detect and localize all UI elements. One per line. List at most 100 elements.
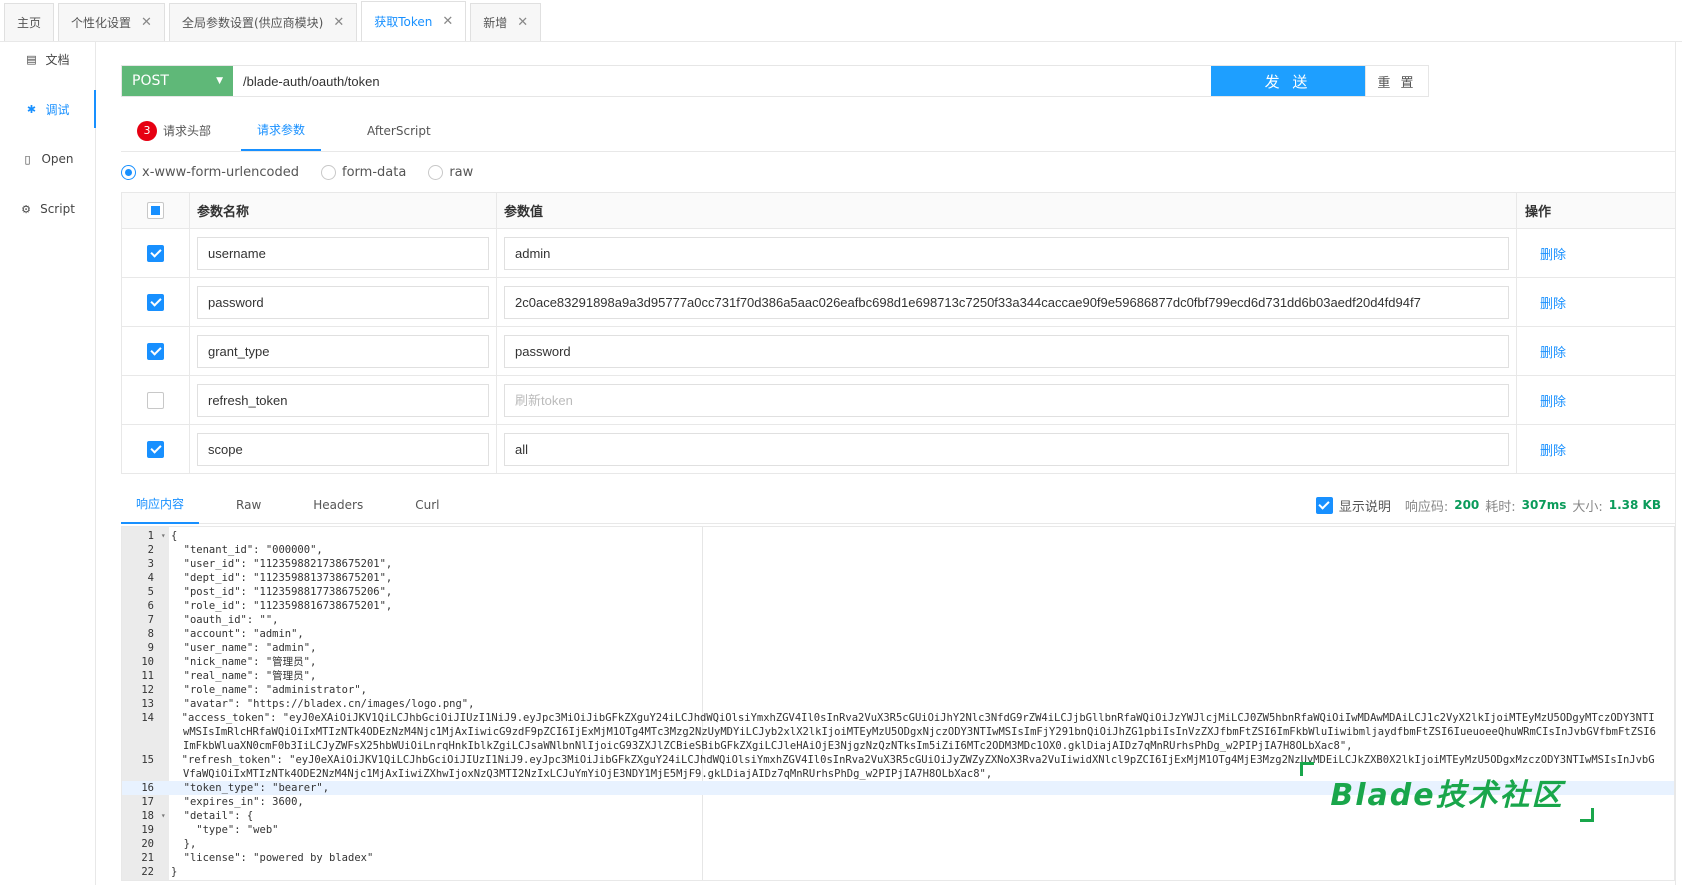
param-value-input[interactable] <box>504 236 1509 270</box>
code-line: 1 ▾{ <box>122 529 1674 543</box>
tab-response-content[interactable]: 响应内容 <box>121 486 200 524</box>
line-number: 19 <box>141 824 154 836</box>
param-row: 删除 <box>122 327 1675 376</box>
line-number: 2 <box>147 544 154 556</box>
debug-icon: ✱ <box>26 102 37 116</box>
send-button[interactable]: 发 送 <box>1211 66 1365 96</box>
code-text: "user_id": "1123598821738675201", <box>171 558 393 570</box>
code-line: 13 "avatar": "https://bladex.cn/images/l… <box>122 697 1674 711</box>
sidebar-item-0[interactable]: ▤ 文档 <box>0 34 95 84</box>
fold-arrow-icon[interactable]: ▾ <box>156 809 169 823</box>
tab-afterscript-label: AfterScript <box>367 123 431 138</box>
code-line: 11 "real_name": "管理员", <box>122 669 1674 683</box>
right-divider <box>1675 42 1676 885</box>
code-line: 2 "tenant_id": "000000", <box>122 543 1674 557</box>
tab-response-raw[interactable]: Raw <box>221 486 276 524</box>
sidebar-item-label: 调试 <box>45 102 70 117</box>
delete-param-link[interactable]: 删除 <box>1540 342 1566 361</box>
tab-request-headers[interactable]: 3 请求头部 <box>121 110 227 151</box>
radio-urlencoded-dot[interactable] <box>121 164 136 180</box>
line-number: 3 <box>147 558 154 570</box>
request-tabs: 3 请求头部 请求参数 AfterScript <box>121 110 1675 152</box>
delete-param-link[interactable]: 删除 <box>1540 244 1566 263</box>
sidebar-item-3[interactable]: ⚙ Script <box>0 184 95 234</box>
param-value-input[interactable] <box>504 334 1509 368</box>
radio-raw-dot[interactable] <box>428 164 444 180</box>
code-text: "detail": { <box>171 810 254 822</box>
tab-4[interactable]: 新增 ✕ <box>470 3 542 41</box>
method-select[interactable]: POST ▼ <box>122 66 233 96</box>
param-checkbox[interactable] <box>147 244 164 262</box>
tab-3[interactable]: 获取Token ✕ <box>361 1 467 41</box>
code-text: "post_id": "1123598817738675206", <box>171 586 393 598</box>
tab-2[interactable]: 全局参数设置(供应商模块) ✕ <box>168 3 358 41</box>
param-name-input[interactable] <box>197 334 489 368</box>
param-name-input[interactable] <box>197 383 489 417</box>
code-text: "user_name": "admin", <box>171 642 317 654</box>
response-time: 307ms <box>1521 498 1567 512</box>
param-checkbox[interactable] <box>147 391 164 409</box>
param-name-input[interactable] <box>197 236 489 270</box>
radio-raw[interactable]: raw <box>428 164 474 180</box>
radio-formdata-dot[interactable] <box>321 164 337 180</box>
tab-label: 新增 <box>483 16 508 30</box>
tab-request-params[interactable]: 请求参数 <box>241 110 322 151</box>
code-text: "account": "admin", <box>171 628 304 640</box>
url-input[interactable] <box>233 66 1211 96</box>
body-type-radios: x-www-form-urlencoded form-data raw <box>121 162 473 182</box>
watermark-text: Blade技术社区 <box>1330 778 1564 813</box>
line-number: 17 <box>141 796 154 808</box>
line-number: 13 <box>141 698 154 710</box>
param-value-input[interactable] <box>504 285 1509 319</box>
code-line: 4 "dept_id": "1123598813738675201", <box>122 571 1674 585</box>
param-checkbox[interactable] <box>147 293 164 311</box>
line-number: 12 <box>141 684 154 696</box>
param-checkbox[interactable] <box>147 342 164 360</box>
tab-afterscript[interactable]: AfterScript <box>351 110 447 151</box>
close-icon[interactable]: ✕ <box>141 15 152 30</box>
request-bar: POST ▼ 发 送 重 置 <box>121 65 1429 97</box>
code-text: "access_token": "eyJ0eXAiOiJKV1QiLCJhbGc… <box>169 712 1656 752</box>
param-name-input[interactable] <box>197 432 489 466</box>
code-text: { <box>171 530 178 542</box>
delete-param-link[interactable]: 删除 <box>1540 391 1566 410</box>
param-name-input[interactable] <box>197 285 489 319</box>
code-line: 5 "post_id": "1123598817738675206", <box>122 585 1674 599</box>
show-desc-label: 显示说明 <box>1338 499 1391 515</box>
line-number: 9 <box>147 642 154 654</box>
param-value-input[interactable] <box>504 432 1509 466</box>
delete-param-link[interactable]: 删除 <box>1540 440 1566 459</box>
close-icon[interactable]: ✕ <box>442 14 453 29</box>
sidebar-item-label: 文档 <box>45 52 70 67</box>
response-code-editor[interactable]: 1 ▾{2 "tenant_id": "000000", 3 "user_id":… <box>121 526 1675 881</box>
tab-response-headers[interactable]: Headers <box>298 486 378 524</box>
params-table-header: 参数名称 参数值 操作 <box>122 193 1675 229</box>
reset-button[interactable]: 重 置 <box>1365 66 1428 96</box>
delete-param-link[interactable]: 删除 <box>1540 293 1566 312</box>
param-value-input[interactable] <box>504 383 1509 417</box>
close-icon[interactable]: ✕ <box>333 15 344 30</box>
param-checkbox[interactable] <box>147 440 164 458</box>
sidebar-item-1[interactable]: ✱ 调试 <box>0 84 96 134</box>
sidebar-item-2[interactable]: ▯ Open <box>0 134 95 184</box>
close-icon[interactable]: ✕ <box>517 15 528 30</box>
tab-response-curl[interactable]: Curl <box>400 486 454 524</box>
select-all-checkbox[interactable] <box>147 202 164 219</box>
show-desc-checkbox[interactable] <box>1315 496 1333 514</box>
radio-formdata[interactable]: form-data <box>321 164 406 180</box>
radio-raw-label: raw <box>449 164 474 180</box>
fold-arrow-icon[interactable]: ▾ <box>156 529 169 543</box>
radio-urlencoded[interactable]: x-www-form-urlencoded <box>121 164 299 180</box>
code-line: 12 "role_name": "administrator", <box>122 683 1674 697</box>
response-tabs: 响应内容 Raw Headers Curl 显示说明 响应码: 200 耗时: … <box>121 486 1675 524</box>
tab-label: 获取Token <box>374 15 433 29</box>
